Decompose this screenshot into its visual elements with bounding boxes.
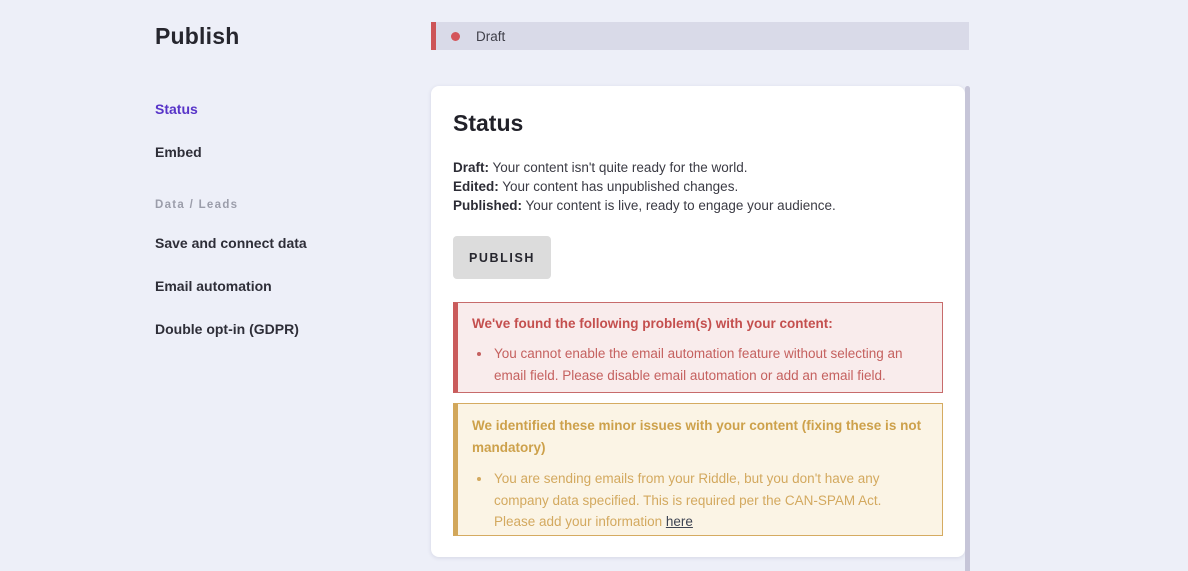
error-alert-list: You cannot enable the email automation f… — [472, 343, 926, 386]
warning-alert-list: You are sending emails from your Riddle,… — [472, 468, 926, 533]
status-descriptions: Draft: Your content isn't quite ready fo… — [453, 158, 836, 215]
sidebar-item-double-opt-in-gdpr[interactable]: Double opt-in (GDPR) — [155, 321, 299, 337]
sidebar-item-email-automation[interactable]: Email automation — [155, 278, 272, 294]
error-alert-item: You cannot enable the email automation f… — [492, 343, 926, 386]
sidebar-item-save-and-connect-data[interactable]: Save and connect data — [155, 235, 307, 251]
page-title: Publish — [155, 23, 240, 49]
here-link[interactable]: here — [666, 514, 693, 529]
draft-status-dot-icon — [451, 31, 460, 41]
sidebar-item-status[interactable]: Status — [155, 101, 198, 117]
status-description-edited: Edited: Your content has unpublished cha… — [453, 177, 836, 196]
error-alert: We've found the following problem(s) wit… — [453, 302, 943, 393]
status-label-draft: Draft: — [453, 160, 489, 175]
sidebar-section-data-leads: Data / Leads — [155, 199, 239, 211]
status-text-published: Your content is live, ready to engage yo… — [522, 198, 836, 213]
status-description-draft: Draft: Your content isn't quite ready fo… — [453, 158, 836, 177]
error-alert-heading: We've found the following problem(s) wit… — [472, 316, 833, 331]
status-text-draft: Your content isn't quite ready for the w… — [489, 160, 748, 175]
sidebar-item-embed[interactable]: Embed — [155, 144, 202, 160]
status-description-published: Published: Your content is live, ready t… — [453, 196, 836, 215]
warning-alert-item: You are sending emails from your Riddle,… — [492, 468, 926, 533]
warning-alert: We identified these minor issues with yo… — [453, 403, 943, 536]
warning-alert-heading: We identified these minor issues with yo… — [472, 418, 922, 455]
status-card: Status Draft: Your content isn't quite r… — [431, 86, 965, 557]
status-label-published: Published: — [453, 198, 523, 213]
draft-status-label: Draft — [476, 28, 506, 44]
status-text-edited: Your content has unpublished changes. — [498, 179, 739, 194]
status-label-edited: Edited: — [453, 179, 499, 194]
status-card-heading: Status — [453, 110, 524, 136]
publish-button[interactable]: PUBLISH — [453, 236, 551, 279]
publish-status-bar: Draft — [431, 22, 969, 50]
vertical-scrollbar[interactable] — [965, 86, 970, 571]
